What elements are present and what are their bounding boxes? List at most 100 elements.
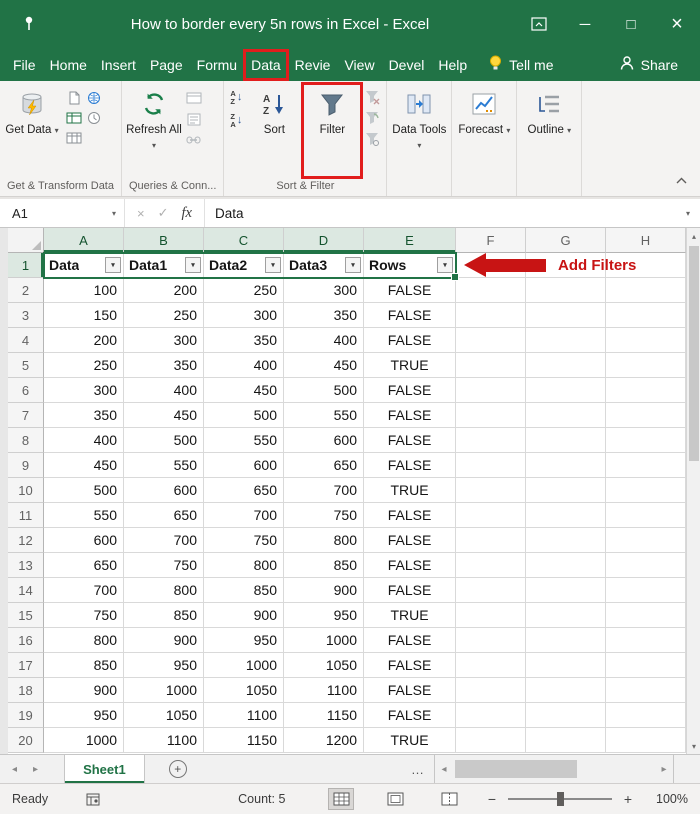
existing-connections-icon[interactable] <box>65 130 83 146</box>
scroll-left-button[interactable]: ◂ <box>435 755 453 783</box>
cell-E5[interactable]: TRUE <box>364 353 456 378</box>
cell-H9[interactable] <box>606 453 686 478</box>
normal-view-icon[interactable] <box>328 788 354 810</box>
cell-F15[interactable] <box>456 603 526 628</box>
cell-A4[interactable]: 200 <box>44 328 124 353</box>
column-header-C[interactable]: C <box>204 228 284 253</box>
cell-A8[interactable]: 400 <box>44 428 124 453</box>
tab-devel[interactable]: Devel <box>382 50 432 80</box>
cell-G2[interactable] <box>526 278 606 303</box>
cell-D19[interactable]: 1150 <box>284 703 364 728</box>
cell-D3[interactable]: 350 <box>284 303 364 328</box>
cell-F4[interactable] <box>456 328 526 353</box>
cell-C3[interactable]: 300 <box>204 303 284 328</box>
cell-B10[interactable]: 600 <box>124 478 204 503</box>
tab-file[interactable]: File <box>6 50 43 80</box>
cell-H17[interactable] <box>606 653 686 678</box>
cell-G7[interactable] <box>526 403 606 428</box>
row-header-12[interactable]: 12 <box>8 528 44 553</box>
cell-B12[interactable]: 700 <box>124 528 204 553</box>
cell-C10[interactable]: 650 <box>204 478 284 503</box>
edit-links-icon[interactable] <box>185 132 203 148</box>
cell-H19[interactable] <box>606 703 686 728</box>
cell-B18[interactable]: 1000 <box>124 678 204 703</box>
cell-G11[interactable] <box>526 503 606 528</box>
row-header-5[interactable]: 5 <box>8 353 44 378</box>
cell-D9[interactable]: 650 <box>284 453 364 478</box>
cell-C15[interactable]: 900 <box>204 603 284 628</box>
cell-C8[interactable]: 550 <box>204 428 284 453</box>
cell-D16[interactable]: 1000 <box>284 628 364 653</box>
tab-formu[interactable]: Formu <box>190 50 244 80</box>
sort-ascending-button[interactable]: AZ ↓ <box>230 90 242 105</box>
cell-G13[interactable] <box>526 553 606 578</box>
cell-B14[interactable]: 800 <box>124 578 204 603</box>
cell-E19[interactable]: FALSE <box>364 703 456 728</box>
name-box[interactable]: A1 ▾ <box>0 199 125 227</box>
horizontal-scroll-track[interactable] <box>453 755 655 783</box>
cell-H4[interactable] <box>606 328 686 353</box>
cell-E11[interactable]: FALSE <box>364 503 456 528</box>
filter-dropdown-data[interactable]: ▾ <box>105 257 121 273</box>
cell-D12[interactable]: 800 <box>284 528 364 553</box>
from-web-icon[interactable] <box>85 90 103 106</box>
cell-F14[interactable] <box>456 578 526 603</box>
cell-C18[interactable]: 1050 <box>204 678 284 703</box>
cell-D8[interactable]: 600 <box>284 428 364 453</box>
refresh-all-button[interactable]: Refresh All ▾ <box>125 84 183 177</box>
cell-H14[interactable] <box>606 578 686 603</box>
tab-home[interactable]: Home <box>43 50 94 80</box>
reapply-filter-icon[interactable] <box>363 110 381 126</box>
cell-H6[interactable] <box>606 378 686 403</box>
sort-descending-button[interactable]: ZA ↓ <box>230 113 242 128</box>
cell-E15[interactable]: TRUE <box>364 603 456 628</box>
cell-G14[interactable] <box>526 578 606 603</box>
cell-C2[interactable]: 250 <box>204 278 284 303</box>
cell-H15[interactable] <box>606 603 686 628</box>
horizontal-scrollbar[interactable]: ◂ ▸ <box>434 755 674 783</box>
cell-A19[interactable]: 950 <box>44 703 124 728</box>
cell-F20[interactable] <box>456 728 526 753</box>
cell-D18[interactable]: 1100 <box>284 678 364 703</box>
cell-E16[interactable]: FALSE <box>364 628 456 653</box>
advanced-filter-icon[interactable] <box>363 131 381 147</box>
cell-B13[interactable]: 750 <box>124 553 204 578</box>
header-cell-data3[interactable]: Data3 ▾ <box>284 253 364 278</box>
column-header-F[interactable]: F <box>456 228 526 253</box>
cell-F2[interactable] <box>456 278 526 303</box>
cell-F10[interactable] <box>456 478 526 503</box>
row-header-1[interactable]: 1 <box>8 253 44 278</box>
sort-button[interactable]: AZ Sort <box>245 84 303 177</box>
cell-B3[interactable]: 250 <box>124 303 204 328</box>
cell-G20[interactable] <box>526 728 606 753</box>
tab-insert[interactable]: Insert <box>94 50 143 80</box>
cell-H12[interactable] <box>606 528 686 553</box>
cell-F12[interactable] <box>456 528 526 553</box>
cell-G8[interactable] <box>526 428 606 453</box>
share-button[interactable]: Share <box>619 55 678 74</box>
close-button[interactable]: × <box>654 0 700 48</box>
name-box-dropdown-icon[interactable]: ▾ <box>112 209 116 218</box>
column-header-A[interactable]: A <box>44 228 124 253</box>
cell-E8[interactable]: FALSE <box>364 428 456 453</box>
cell-C13[interactable]: 800 <box>204 553 284 578</box>
cell-B6[interactable]: 400 <box>124 378 204 403</box>
cell-G6[interactable] <box>526 378 606 403</box>
column-header-B[interactable]: B <box>124 228 204 253</box>
cell-F17[interactable] <box>456 653 526 678</box>
tab-data[interactable]: Data <box>243 48 289 81</box>
cell-F18[interactable] <box>456 678 526 703</box>
cell-D10[interactable]: 700 <box>284 478 364 503</box>
cell-C11[interactable]: 700 <box>204 503 284 528</box>
cell-F8[interactable] <box>456 428 526 453</box>
cell-D15[interactable]: 950 <box>284 603 364 628</box>
page-layout-view-icon[interactable] <box>382 788 408 810</box>
from-text-file-icon[interactable] <box>65 90 83 106</box>
cell-H5[interactable] <box>606 353 686 378</box>
zoom-slider-thumb[interactable] <box>557 792 564 806</box>
cell-B15[interactable]: 850 <box>124 603 204 628</box>
cell-F7[interactable] <box>456 403 526 428</box>
cell-B9[interactable]: 550 <box>124 453 204 478</box>
cell-H2[interactable] <box>606 278 686 303</box>
cell-A20[interactable]: 1000 <box>44 728 124 753</box>
